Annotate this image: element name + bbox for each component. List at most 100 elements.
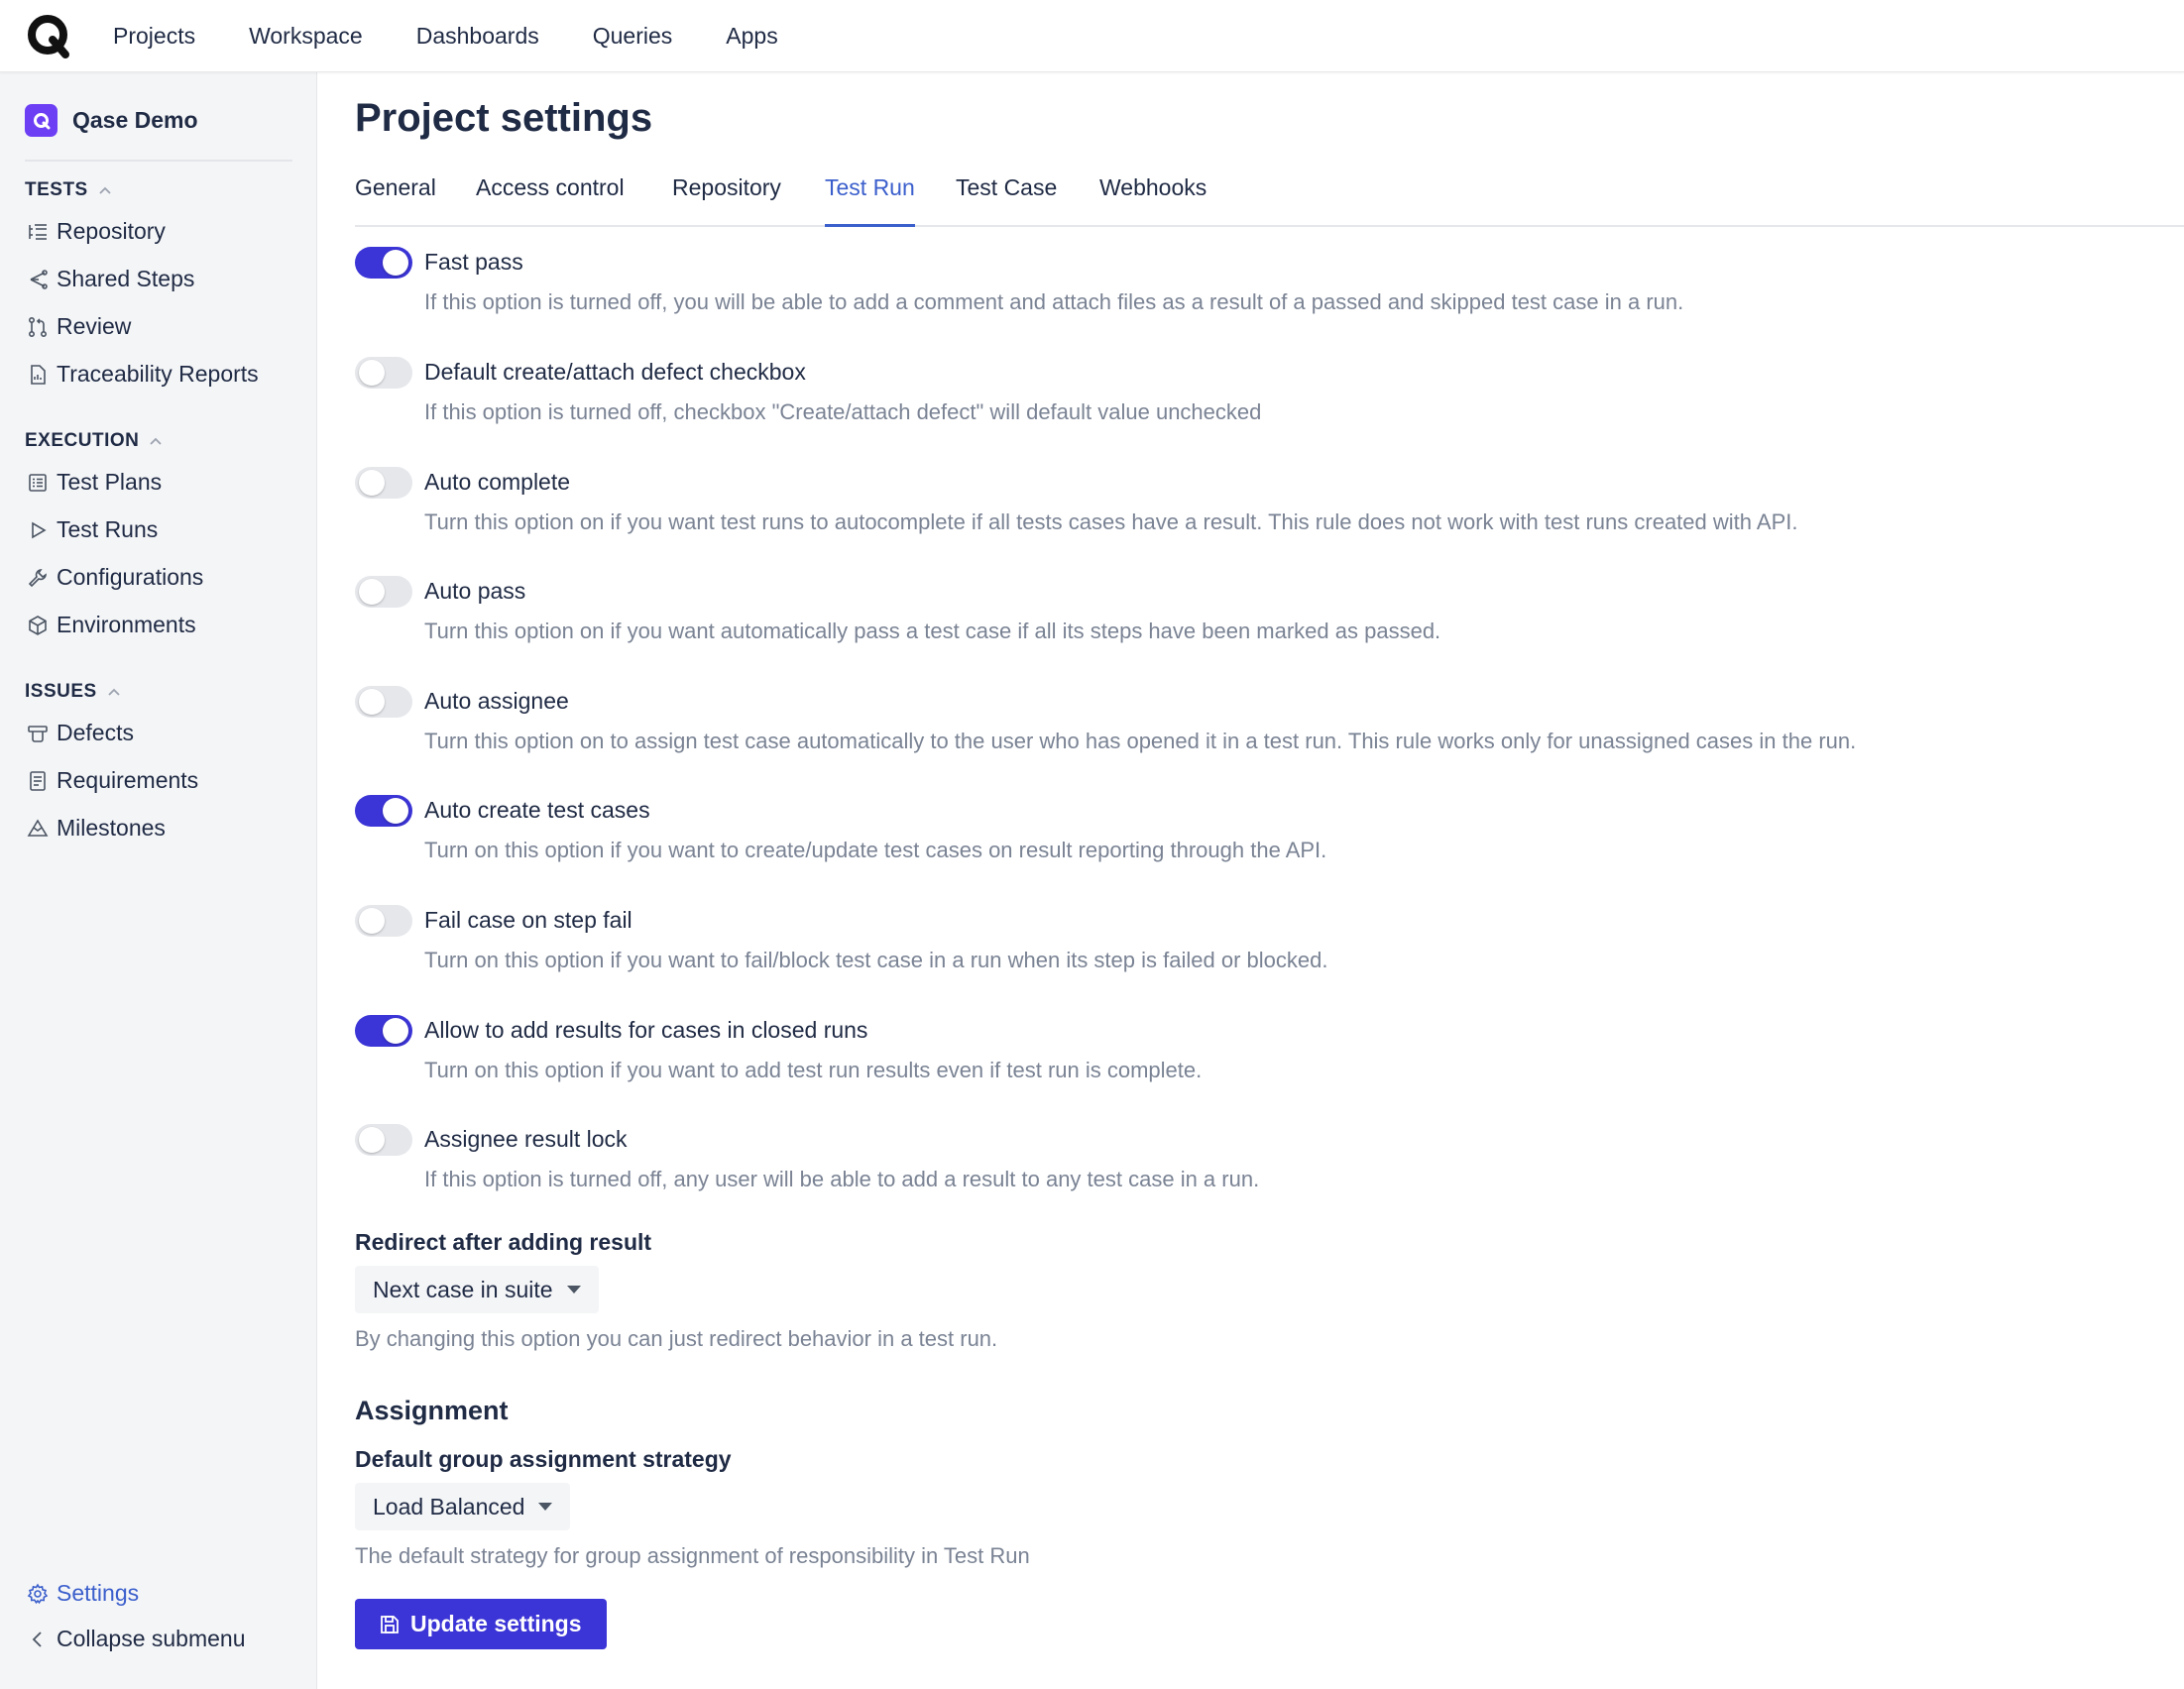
section-execution-title: EXECUTION (25, 430, 140, 451)
project-logo-icon (25, 104, 57, 137)
save-icon (379, 1614, 401, 1635)
toggle-knob (359, 689, 385, 715)
sidebar-item-shared-steps[interactable]: Shared Steps (25, 266, 194, 292)
option-label: Default create/attach defect checkbox (424, 359, 806, 385)
option-description: Turn this option on if you want automati… (424, 619, 1441, 643)
topnav-apps[interactable]: Apps (726, 23, 777, 50)
section-tests[interactable]: TESTS (25, 179, 112, 201)
sidebar-item-test-plans[interactable]: Test Plans (25, 469, 162, 496)
sidebar-divider (25, 160, 292, 162)
redirect-select-value: Next case in suite (373, 1276, 553, 1302)
sidebar: Qase Demo TESTS Repository Shared Steps … (0, 72, 317, 1689)
chevron-up-icon (98, 179, 112, 201)
document-icon (25, 768, 51, 794)
report-file-icon (25, 362, 51, 388)
option-label: Fail case on step fail (424, 907, 632, 933)
topnav-projects[interactable]: Projects (113, 23, 195, 50)
option-description: Turn on this option if you want to add t… (424, 1058, 1203, 1082)
sidebar-item-label: Collapse submenu (57, 1626, 246, 1651)
sidebar-item-label: Requirements (57, 767, 199, 793)
sidebar-item-label: Environments (57, 612, 196, 637)
sidebar-item-repository[interactable]: Repository (25, 218, 166, 245)
assignment-strategy-value: Load Balanced (373, 1493, 525, 1520)
assignee-result-lock-toggle[interactable] (355, 1124, 412, 1156)
sidebar-item-milestones[interactable]: Milestones (25, 815, 166, 842)
option-description: Turn this option on if you want test run… (424, 509, 1798, 534)
option-description: Turn this option on to assign test case … (424, 729, 1857, 753)
sidebar-item-label: Configurations (57, 564, 204, 590)
section-issues-title: ISSUES (25, 681, 97, 702)
auto-create-test-cases-toggle[interactable] (355, 795, 412, 827)
toggle-knob (383, 798, 408, 824)
results-in-closed-runs-toggle[interactable] (355, 1015, 412, 1047)
tab-webhooks[interactable]: Webhooks (1099, 168, 1207, 227)
toggle-knob (359, 908, 385, 934)
section-execution[interactable]: EXECUTION (25, 430, 163, 452)
update-settings-button[interactable]: Update settings (355, 1599, 607, 1649)
redirect-label: Redirect after adding result (355, 1229, 652, 1255)
settings-tabs: General Access control Repository Test R… (355, 168, 2184, 227)
list-tree-icon (25, 219, 51, 245)
section-issues[interactable]: ISSUES (25, 681, 121, 703)
assignment-strategy-select[interactable]: Load Balanced (355, 1483, 571, 1530)
sidebar-item-configurations[interactable]: Configurations (25, 564, 203, 591)
play-icon (25, 517, 51, 543)
toggle-knob (359, 360, 385, 386)
sidebar-item-test-runs[interactable]: Test Runs (25, 516, 158, 543)
mountain-icon (25, 816, 51, 842)
option-label: Auto pass (424, 578, 526, 604)
tab-test-case[interactable]: Test Case (956, 168, 1057, 227)
option-description: Turn on this option if you want to creat… (424, 838, 1327, 862)
sidebar-item-defects[interactable]: Defects (25, 720, 134, 746)
auto-complete-toggle[interactable] (355, 467, 412, 499)
gear-icon (25, 1581, 51, 1607)
option-label: Fast pass (424, 249, 523, 275)
tab-test-run[interactable]: Test Run (825, 168, 915, 227)
project-switcher[interactable]: Qase Demo (25, 104, 198, 137)
caret-down-icon (566, 1286, 581, 1294)
update-settings-label: Update settings (410, 1611, 582, 1636)
git-pull-request-icon (25, 314, 51, 340)
sidebar-item-label: Repository (57, 218, 166, 244)
auto-assignee-toggle[interactable] (355, 686, 412, 718)
sidebar-item-label: Defects (57, 720, 134, 745)
sidebar-item-environments[interactable]: Environments (25, 612, 196, 638)
option-label: Assignee result lock (424, 1126, 628, 1152)
redirect-select[interactable]: Next case in suite (355, 1266, 599, 1313)
option-label: Allow to add results for cases in closed… (424, 1017, 868, 1043)
chevron-up-icon (107, 681, 121, 703)
option-label: Auto assignee (424, 688, 569, 714)
sidebar-item-review[interactable]: Review (25, 313, 131, 340)
qase-logo-icon[interactable] (24, 11, 73, 60)
collapse-submenu-button[interactable]: Collapse submenu (25, 1626, 246, 1652)
topnav-queries[interactable]: Queries (593, 23, 673, 50)
auto-pass-toggle[interactable] (355, 576, 412, 608)
option-description: If this option is turned off, any user w… (424, 1167, 1260, 1191)
fail-case-on-step-fail-toggle[interactable] (355, 905, 412, 937)
topnav-dashboards[interactable]: Dashboards (416, 23, 539, 50)
option-label: Auto create test cases (424, 797, 650, 823)
sidebar-item-settings[interactable]: Settings (25, 1580, 139, 1607)
page-title: Project settings (355, 96, 653, 140)
assignment-strategy-label: Default group assignment strategy (355, 1446, 732, 1472)
option-description: Turn on this option if you want to fail/… (424, 948, 1328, 972)
toggle-knob (359, 579, 385, 605)
project-name: Qase Demo (72, 107, 198, 133)
option-label: Auto complete (424, 469, 571, 495)
topnav-workspace[interactable]: Workspace (249, 23, 363, 50)
default-defect-checkbox-toggle[interactable] (355, 357, 412, 389)
cube-icon (25, 613, 51, 638)
section-tests-title: TESTS (25, 179, 88, 200)
toggle-knob (383, 250, 408, 276)
tab-repository[interactable]: Repository (672, 168, 781, 227)
sidebar-item-requirements[interactable]: Requirements (25, 767, 198, 794)
sidebar-item-label: Review (57, 313, 132, 339)
defect-icon (25, 721, 51, 746)
share-icon (25, 267, 51, 292)
tab-general[interactable]: General (355, 168, 436, 227)
toggle-knob (383, 1018, 408, 1044)
assignment-help: The default strategy for group assignmen… (355, 1543, 1030, 1568)
fast-pass-toggle[interactable] (355, 247, 412, 279)
tab-access-control[interactable]: Access control (476, 168, 625, 227)
sidebar-item-traceability-reports[interactable]: Traceability Reports (25, 361, 259, 388)
